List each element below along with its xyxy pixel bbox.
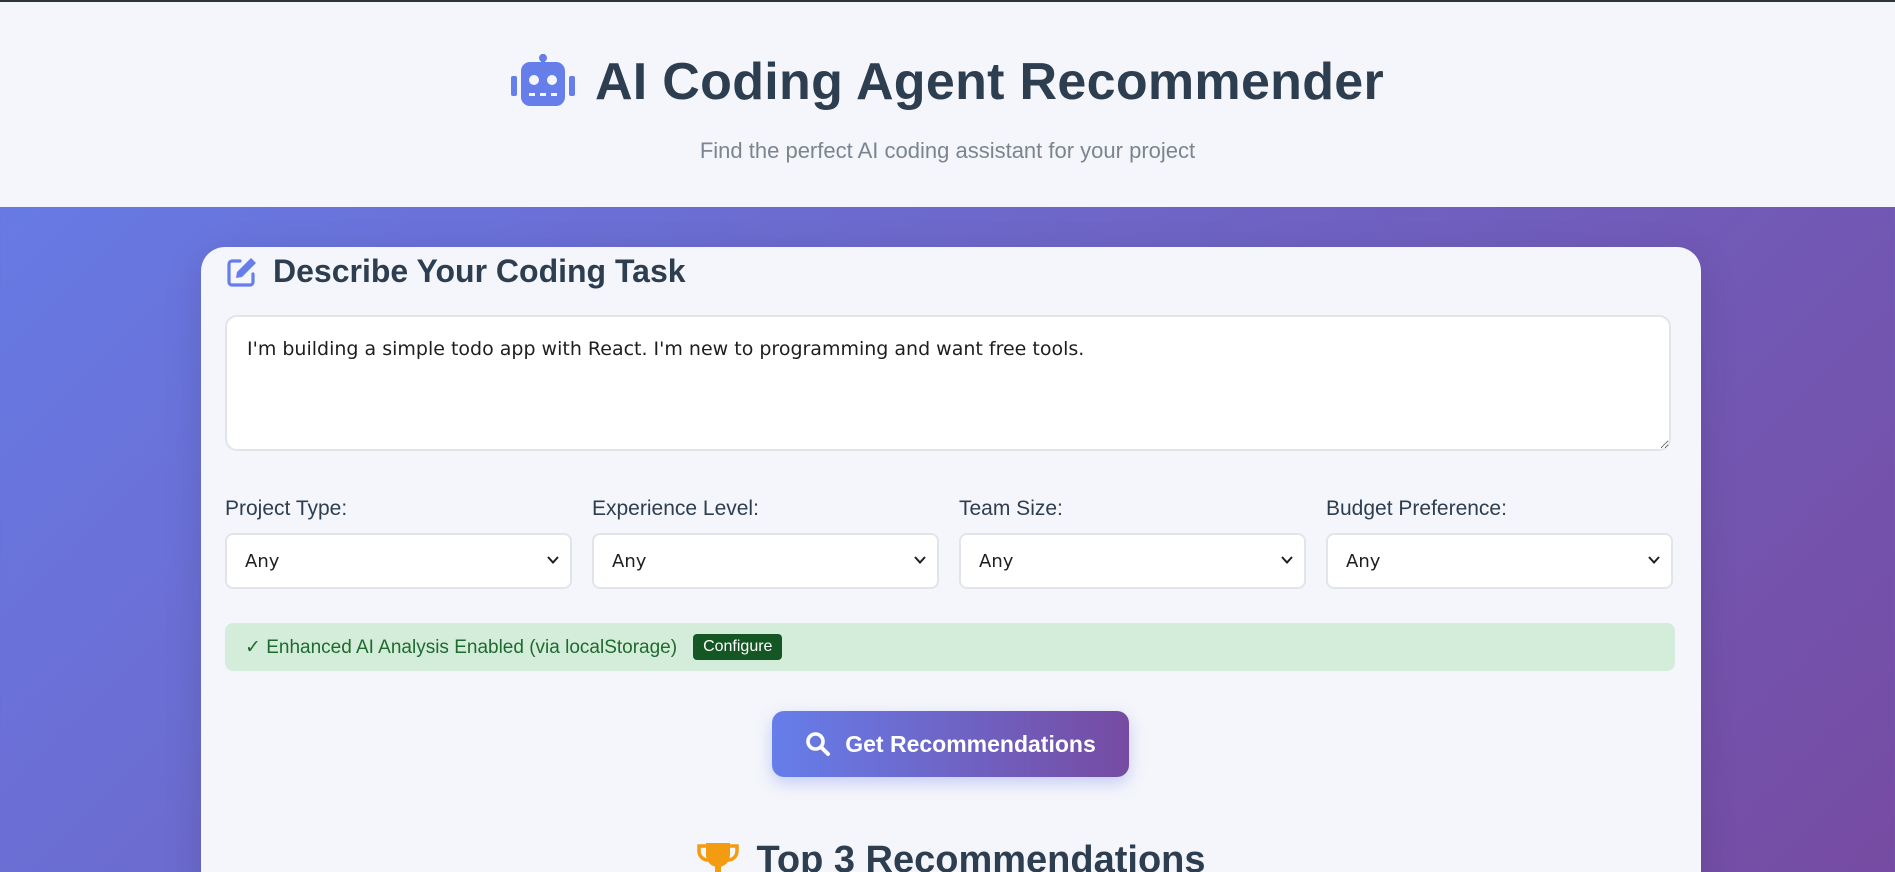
ai-analysis-status: ✓ Enhanced AI Analysis Enabled (via loca… — [225, 623, 1675, 671]
experience-level-select[interactable]: Any — [592, 533, 939, 589]
results-title: Top 3 Recommendations — [756, 839, 1206, 872]
filter-experience-level: Experience Level: Any — [592, 497, 939, 589]
project-type-label: Project Type: — [225, 497, 348, 520]
budget-preference-select-wrap: Any — [1326, 533, 1673, 589]
team-size-label: Team Size: — [959, 497, 1063, 520]
team-size-select-wrap: Any — [959, 533, 1306, 589]
filter-team-size: Team Size: Any — [959, 497, 1306, 589]
page-header: AI Coding Agent Recommender Find the per… — [0, 2, 1895, 207]
task-section-title: Describe Your Coding Task — [273, 253, 686, 289]
task-description-input[interactable]: I'm building a simple todo app with Reac… — [225, 315, 1671, 451]
project-type-select[interactable]: Any — [225, 533, 572, 589]
filter-project-type: Project Type: Any — [225, 497, 572, 589]
filter-budget-preference: Budget Preference: Any — [1326, 497, 1673, 589]
robot-icon — [510, 54, 575, 110]
team-size-select[interactable]: Any — [959, 533, 1306, 589]
search-icon — [805, 731, 831, 757]
task-section-header: Describe Your Coding Task — [225, 253, 686, 290]
configure-button[interactable]: Configure — [693, 634, 783, 660]
page-title: AI Coding Agent Recommender — [594, 53, 1385, 111]
get-recommendations-label: Get Recommendations — [845, 730, 1096, 757]
edit-icon — [225, 255, 259, 289]
trophy-icon — [696, 841, 740, 872]
page-subtitle: Find the perfect AI coding assistant for… — [699, 138, 1196, 163]
task-card: Describe Your Coding Task I'm building a… — [201, 247, 1701, 872]
budget-preference-select[interactable]: Any — [1326, 533, 1673, 589]
experience-level-label: Experience Level: — [592, 497, 759, 520]
filters-row: Project Type: Any Experience Level: Any … — [225, 497, 1675, 589]
header-title-row: AI Coding Agent Recommender — [0, 52, 1895, 112]
budget-preference-label: Budget Preference: — [1326, 497, 1507, 520]
experience-level-select-wrap: Any — [592, 533, 939, 589]
results-header: Top 3 Recommendations — [201, 839, 1701, 872]
project-type-select-wrap: Any — [225, 533, 572, 589]
ai-analysis-status-text: ✓ Enhanced AI Analysis Enabled (via loca… — [245, 636, 678, 658]
get-recommendations-button[interactable]: Get Recommendations — [772, 711, 1129, 777]
